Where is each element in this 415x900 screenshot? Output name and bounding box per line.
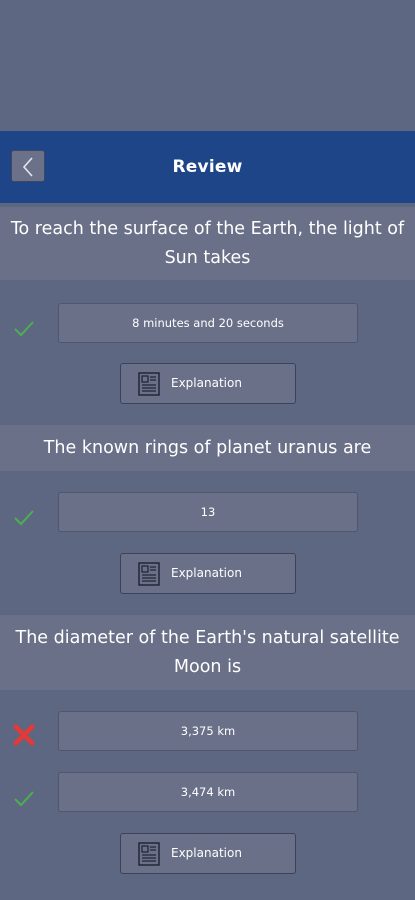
explanation-button[interactable]: Explanation xyxy=(120,363,296,404)
page-title: Review xyxy=(172,157,243,177)
review-screen: Review To reach the surface of the Earth… xyxy=(0,0,415,900)
check-icon xyxy=(14,791,34,807)
question-text: The known rings of planet uranus are xyxy=(0,425,415,471)
explanation-label: Explanation xyxy=(171,566,242,580)
answer-option[interactable]: 3,474 km xyxy=(58,772,358,812)
back-button[interactable] xyxy=(11,150,45,182)
document-icon xyxy=(138,372,160,396)
check-icon xyxy=(14,321,34,337)
explanation-button[interactable]: Explanation xyxy=(120,833,296,874)
header-bar: Review xyxy=(0,131,415,203)
question-text: The diameter of the Earth's natural sate… xyxy=(0,615,415,690)
explanation-button[interactable]: Explanation xyxy=(120,553,296,594)
document-icon xyxy=(138,842,160,866)
answer-option[interactable]: 13 xyxy=(58,492,358,532)
chevron-left-icon xyxy=(22,157,33,177)
explanation-label: Explanation xyxy=(171,376,242,390)
explanation-label: Explanation xyxy=(171,846,242,860)
document-icon xyxy=(138,562,160,586)
answer-option[interactable]: 8 minutes and 20 seconds xyxy=(58,303,358,343)
check-icon xyxy=(14,510,34,526)
question-text: To reach the surface of the Earth, the l… xyxy=(0,207,415,280)
answer-option[interactable]: 3,375 km xyxy=(58,711,358,751)
cross-icon xyxy=(12,723,36,747)
